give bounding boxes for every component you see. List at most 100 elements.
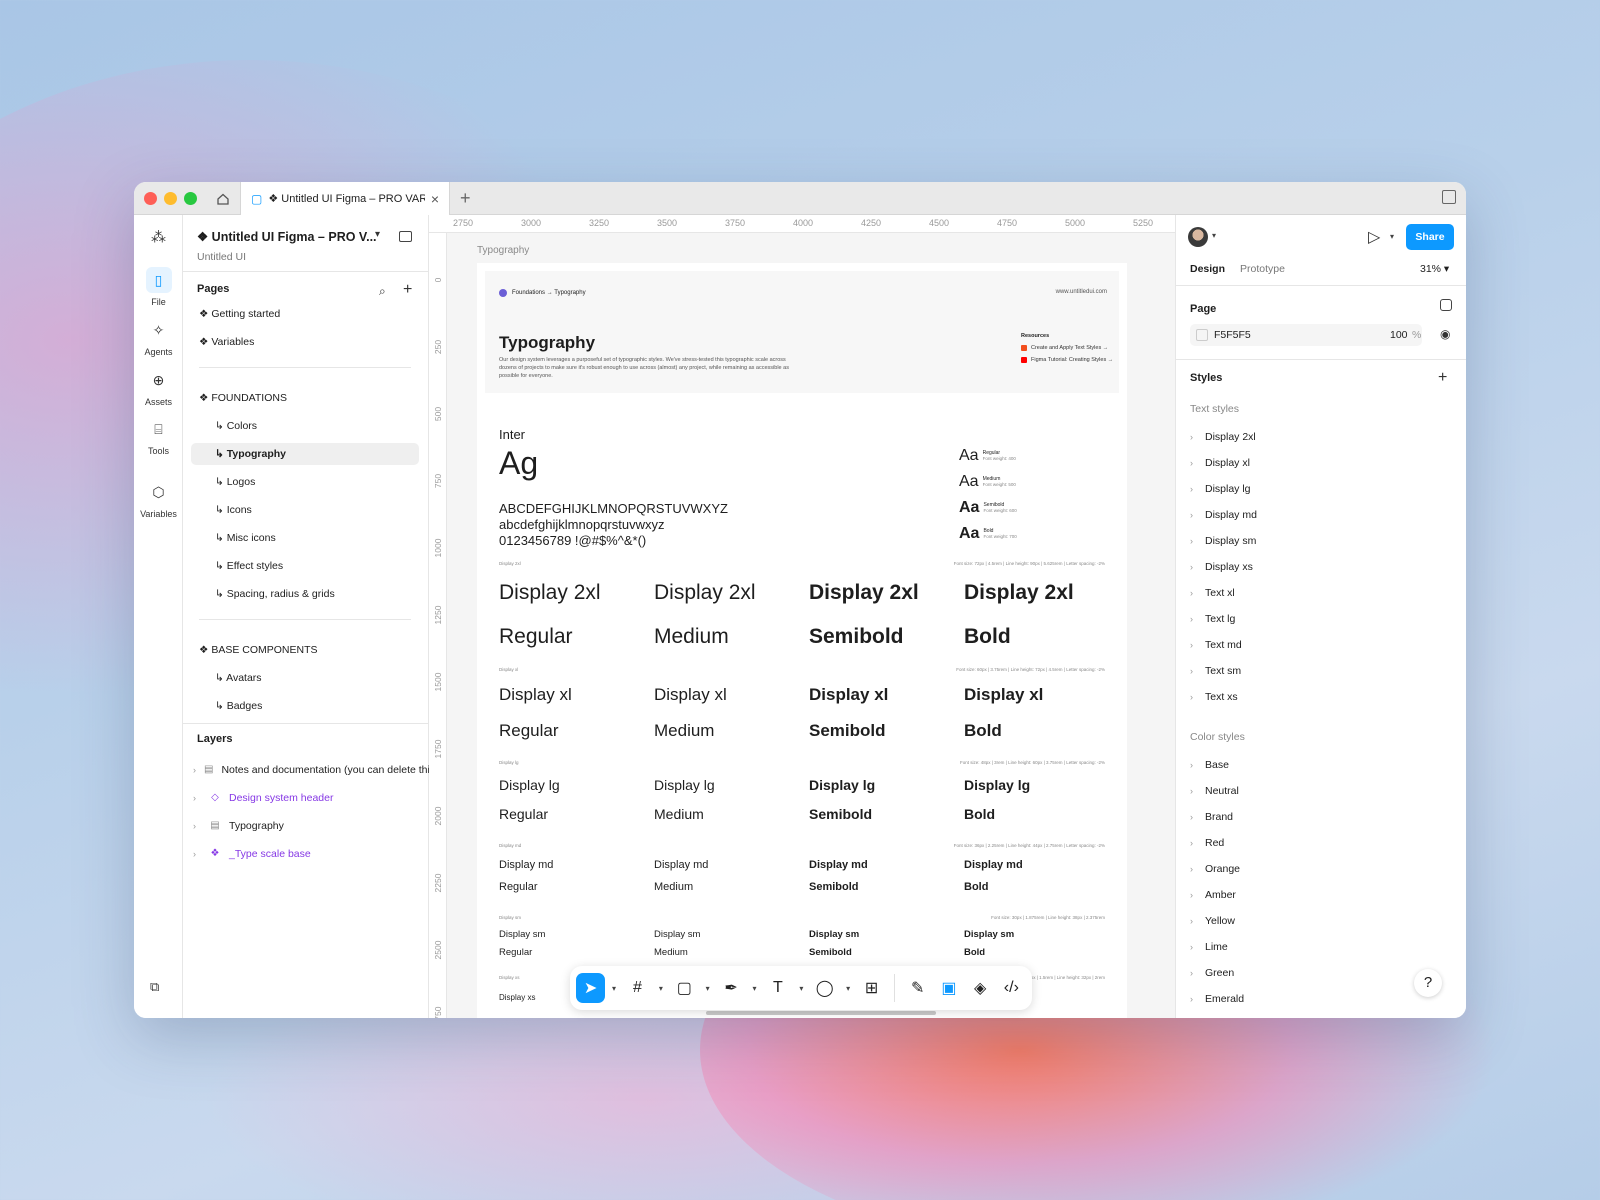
chevron-right-icon[interactable]: › (193, 815, 201, 837)
color-swatch[interactable] (1196, 329, 1208, 341)
zoom-dropdown[interactable]: 31% ▾ (1420, 263, 1449, 275)
rail-item-agents[interactable]: ✧ Agents (134, 317, 183, 357)
page-item-variables[interactable]: ❖ Variables (191, 331, 419, 353)
layer-item[interactable]: › ❖ _Type scale base (193, 843, 429, 865)
horizontal-scrollbar[interactable] (706, 1011, 936, 1015)
figma-menu-icon[interactable]: ⁂ (134, 225, 183, 255)
page-item-logos[interactable]: ↳ Logos (191, 471, 419, 493)
share-button[interactable]: Share (1406, 224, 1454, 250)
rail-item-variables[interactable]: ⬡ Variables (134, 479, 183, 519)
page-item-badges[interactable]: ↳ Badges (191, 695, 419, 717)
page-item-getting-started[interactable]: ❖ Getting started (191, 303, 419, 325)
add-style-icon[interactable]: + (1438, 369, 1447, 387)
color-style-item[interactable]: › Lime (1190, 941, 1228, 953)
zoom-window-button[interactable] (184, 192, 197, 205)
chevron-right-icon[interactable]: › (193, 843, 201, 865)
chevron-down-icon[interactable]: ▾ (1390, 232, 1394, 241)
toggle-sidebar-icon[interactable] (399, 231, 412, 242)
color-style-item[interactable]: › Green (1190, 967, 1234, 979)
page-color-hex[interactable]: F5F5F5 (1214, 329, 1251, 341)
typography-frame[interactable]: Foundations → Typography www.untitledui.… (477, 263, 1127, 1018)
comment-icon[interactable]: ◯ (810, 973, 839, 1003)
pen-icon[interactable]: ✒ (716, 973, 745, 1003)
text-style-item[interactable]: › Display xl (1190, 457, 1250, 469)
component-icon[interactable]: ◈ (966, 973, 995, 1003)
tab-design[interactable]: Design (1190, 263, 1225, 275)
page-item-misc-icons[interactable]: ↳ Misc icons (191, 527, 419, 549)
text-style-item[interactable]: › Text xs (1190, 691, 1238, 703)
chevron-down-icon[interactable]: ▾ (375, 229, 380, 240)
page-item-base-components[interactable]: ❖ BASE COMPONENTS (191, 639, 419, 661)
layer-item[interactable]: › ◇ Design system header (193, 787, 429, 809)
help-button[interactable]: ? (1414, 969, 1442, 997)
chevron-right-icon[interactable]: › (193, 787, 201, 809)
page-item-foundations[interactable]: ❖ FOUNDATIONS (191, 387, 419, 409)
rail-item-tools[interactable]: ⌸ Tools (134, 416, 183, 456)
draw-icon[interactable]: ✎ (903, 973, 932, 1003)
text-style-item[interactable]: › Text xl (1190, 587, 1235, 599)
page-item-icons[interactable]: ↳ Icons (191, 499, 419, 521)
rail-item-file[interactable]: ▯ File (134, 267, 183, 307)
frame-icon[interactable]: # (623, 973, 652, 1003)
text-style-item[interactable]: › Display xs (1190, 561, 1253, 573)
design-mode-icon[interactable]: ▣ (934, 973, 963, 1003)
eye-icon[interactable]: ◉ (1440, 327, 1450, 341)
page-color-field[interactable]: F5F5F5 100 % (1190, 324, 1422, 346)
layer-item[interactable]: › ▤ Typography (193, 815, 429, 837)
page-opacity[interactable]: 100 (1390, 329, 1408, 341)
color-style-item[interactable]: › Red (1190, 837, 1224, 849)
avatar[interactable] (1188, 227, 1208, 247)
canvas[interactable]: 2750 3000 3250 3500 3750 4000 4250 4500 … (429, 215, 1175, 1018)
chevron-down-icon[interactable]: ▾ (748, 984, 762, 993)
chevron-down-icon[interactable]: ▾ (1212, 231, 1216, 240)
text-icon[interactable]: T (763, 973, 792, 1003)
close-window-button[interactable] (144, 192, 157, 205)
text-style-item[interactable]: › Display 2xl (1190, 431, 1256, 443)
layer-item[interactable]: › ▤ Notes and documentation (you can del… (193, 759, 429, 781)
color-style-item[interactable]: › Yellow (1190, 915, 1235, 927)
add-page-icon[interactable]: + (403, 281, 412, 299)
file-name[interactable]: ❖ Untitled UI Figma – PRO V... (197, 229, 377, 244)
chevron-down-icon[interactable]: ▾ (701, 984, 715, 993)
window-layout-icon[interactable] (1442, 190, 1456, 204)
color-style-item[interactable]: › Base (1190, 759, 1229, 771)
file-tab[interactable]: ▢ ❖ Untitled UI Figma – PRO VARIA × (240, 182, 450, 215)
minimize-window-button[interactable] (164, 192, 177, 205)
rail-item-assets[interactable]: ⊕ Assets (134, 367, 183, 407)
resources-icon[interactable]: ⧉ (150, 979, 159, 995)
dev-mode-icon[interactable]: ‹/› (997, 973, 1026, 1003)
color-style-item[interactable]: › Neutral (1190, 785, 1239, 797)
page-item-effect-styles[interactable]: ↳ Effect styles (191, 555, 419, 577)
color-style-item[interactable]: › Amber (1190, 889, 1236, 901)
text-style-item[interactable]: › Display sm (1190, 535, 1256, 547)
text-style-item[interactable]: › Display md (1190, 509, 1257, 521)
text-style-item[interactable]: › Text sm (1190, 665, 1241, 677)
page-item-typography[interactable]: ↳ Typography (191, 443, 419, 465)
chevron-down-icon[interactable]: ▾ (654, 984, 668, 993)
new-tab-icon[interactable]: + (460, 188, 471, 209)
close-tab-icon[interactable]: × (431, 191, 439, 207)
chevron-down-icon[interactable]: ▾ (841, 984, 855, 993)
chevron-right-icon[interactable]: › (193, 759, 196, 781)
color-style-item[interactable]: › Orange (1190, 863, 1240, 875)
move-icon[interactable]: ➤ (576, 973, 606, 1003)
present-play-icon[interactable]: ▷ (1368, 227, 1380, 247)
chevron-down-icon[interactable]: ▾ (795, 984, 809, 993)
page-item-avatars[interactable]: ↳ Avatars (191, 667, 419, 689)
frame-label[interactable]: Typography (477, 245, 529, 256)
page-item-colors[interactable]: ↳ Colors (191, 415, 419, 437)
color-style-item[interactable]: › Brand (1190, 811, 1233, 823)
actions-icon[interactable]: ⊞ (857, 973, 886, 1003)
team-name[interactable]: Untitled UI (197, 251, 246, 263)
color-style-item[interactable]: › Emerald (1190, 993, 1244, 1005)
text-style-item[interactable]: › Text md (1190, 639, 1242, 651)
text-style-item[interactable]: › Text lg (1190, 613, 1235, 625)
page-item-spacing[interactable]: ↳ Spacing, radius & grids (191, 583, 419, 605)
chevron-down-icon[interactable]: ▾ (607, 984, 621, 993)
home-icon[interactable] (210, 186, 236, 211)
tab-prototype[interactable]: Prototype (1240, 263, 1285, 275)
page-settings-icon[interactable] (1440, 299, 1452, 311)
search-icon[interactable]: ⌕ (379, 284, 386, 299)
text-style-item[interactable]: › Display lg (1190, 483, 1251, 495)
rectangle-icon[interactable]: ▢ (670, 973, 699, 1003)
